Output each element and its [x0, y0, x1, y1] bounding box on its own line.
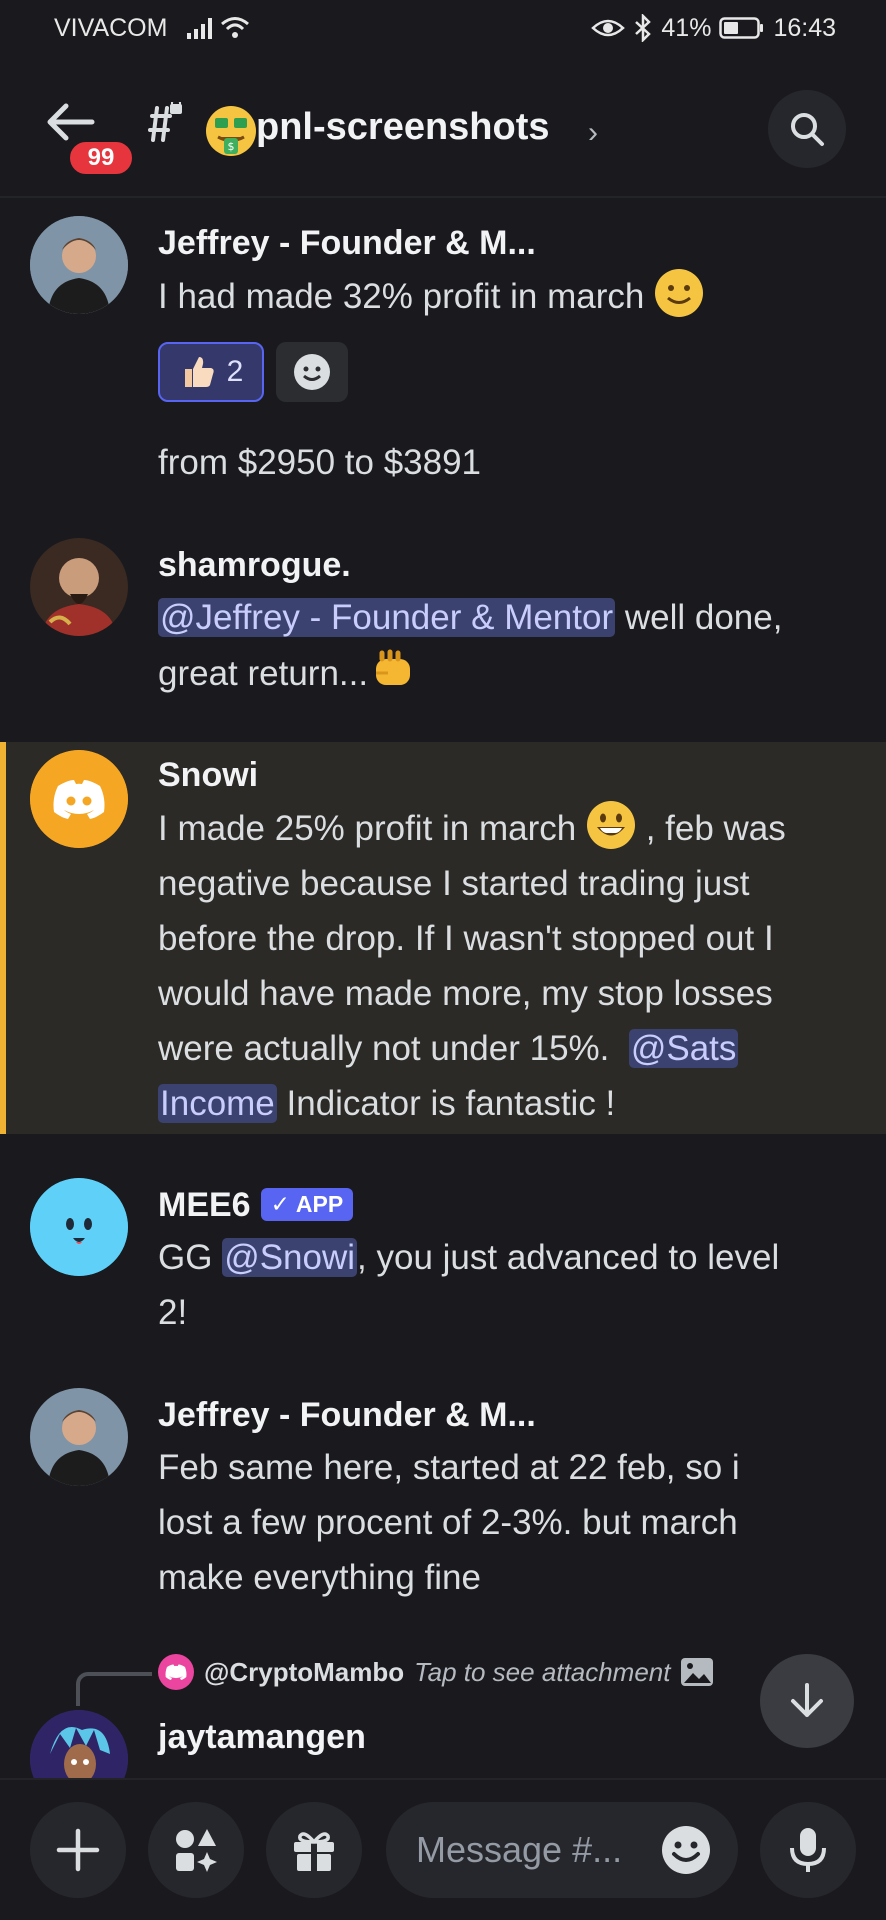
message-text: I had made 32% profit in march: [158, 268, 858, 324]
avatar[interactable]: [30, 1178, 128, 1276]
checkmark-icon: ✓: [270, 1191, 290, 1217]
app-tag: ✓ APP: [260, 1188, 354, 1221]
clock: 16:43: [773, 13, 836, 42]
reaction-count: 2: [226, 355, 244, 388]
discord-logo-icon: [158, 1654, 194, 1690]
message-text-content: negative because I started trading just: [158, 864, 750, 903]
message-text-content: Feb same here, started at 22 feb, so i: [158, 1448, 740, 1487]
message-text: Feb same here, started at 22 feb, so i l…: [158, 1440, 858, 1605]
message-text: @Jeffrey - Founder & Mentor well done, g…: [158, 590, 858, 701]
user-mention[interactable]: Income: [158, 1084, 277, 1123]
wifi-icon: [221, 17, 250, 38]
message-author[interactable]: Jeffrey - Founder & M...: [158, 1396, 536, 1435]
message-text-content: make everything fine: [158, 1558, 481, 1597]
search-button[interactable]: [768, 90, 846, 168]
unread-badge: 99: [66, 138, 136, 178]
image-icon: [681, 1658, 714, 1686]
header-divider: [0, 196, 886, 198]
user-mention[interactable]: @Jeffrey - Founder & Mentor: [158, 598, 616, 637]
message-text-content: I had made 32% profit in march: [158, 277, 645, 316]
fist-bump-icon: [376, 649, 411, 685]
microphone-icon: [790, 1828, 826, 1872]
locked-channel-icon: [148, 102, 182, 142]
grinning-face-icon: [586, 801, 635, 849]
channel-name[interactable]: pnl-screenshots: [256, 106, 550, 149]
add-reaction-icon: [294, 354, 330, 390]
arrow-down-icon: [791, 1683, 823, 1717]
message-text-content: GG: [158, 1238, 223, 1277]
avatar[interactable]: [30, 750, 128, 848]
eye-icon: [591, 19, 626, 37]
signal-icon: [187, 17, 213, 39]
apps-button[interactable]: [148, 1802, 244, 1898]
scroll-to-bottom-button[interactable]: [760, 1654, 854, 1748]
reply-username[interactable]: @CryptoMambo: [204, 1657, 404, 1688]
message-text: I made 25% profit in march , feb was neg…: [158, 800, 858, 1131]
channel-header: 99 $ pnl-screenshots ›: [0, 82, 886, 182]
discord-logo-icon: [30, 750, 128, 848]
add-reaction-button[interactable]: [276, 342, 348, 402]
gift-button[interactable]: [266, 1802, 362, 1898]
message-text-content: , you just advanced to level: [357, 1238, 780, 1277]
message-author[interactable]: MEE6 ✓ APP: [158, 1186, 354, 1225]
status-bar: VIVACOM 41% 16:43: [0, 0, 886, 56]
user-mention[interactable]: @Sats: [628, 1029, 739, 1068]
avatar[interactable]: [30, 538, 128, 636]
message-text-content: were actually not under 15%.: [158, 1029, 629, 1068]
bluetooth-icon: [635, 14, 652, 42]
message-text-content: would have made more, my stop losses: [158, 974, 773, 1013]
message-composer: [0, 1778, 886, 1920]
apps-icon: [176, 1829, 217, 1872]
plus-icon: [56, 1828, 100, 1872]
emoji-picker-icon[interactable]: [660, 1824, 712, 1876]
user-mention[interactable]: @Snowi: [222, 1238, 358, 1277]
reply-reference[interactable]: @CryptoMambo Tap to see attachment: [158, 1654, 714, 1690]
carrier-label: VIVACOM: [54, 13, 168, 42]
battery-icon: [719, 17, 764, 39]
mee6-face-icon: [30, 1178, 128, 1276]
gift-icon: [294, 1832, 334, 1871]
message-author[interactable]: jaytamangen: [158, 1718, 366, 1757]
message-text: from $2950 to $3891: [158, 443, 482, 482]
chevron-right-icon[interactable]: ›: [588, 116, 598, 150]
search-icon: [791, 113, 824, 146]
message-text-content: 2!: [158, 1293, 188, 1332]
add-attachment-button[interactable]: [30, 1802, 126, 1898]
message-text: GG @Snowi, you just advanced to level 2!: [158, 1230, 858, 1340]
voice-message-button[interactable]: [760, 1802, 856, 1898]
message-author[interactable]: Snowi: [158, 756, 258, 795]
message-author-name[interactable]: MEE6: [158, 1186, 251, 1224]
message-author[interactable]: Jeffrey - Founder & M...: [158, 224, 536, 263]
message-text-content: lost a few procent of 2-3%. but march: [158, 1503, 738, 1542]
mention-highlight-bar: [0, 742, 6, 1134]
reaction-thumbs-up[interactable]: 2: [158, 342, 264, 402]
message-author[interactable]: shamrogue.: [158, 546, 351, 585]
message-text-content: well done,: [615, 598, 783, 637]
message-text-content: Indicator is fantastic !: [276, 1084, 616, 1123]
message-text-content: , feb was: [635, 809, 786, 848]
message-text-content: before the drop. If I wasn't stopped out…: [158, 919, 774, 958]
svg-text:$: $: [228, 140, 235, 153]
message-text-content: I made 25% profit in march: [158, 809, 586, 848]
reply-connector: [76, 1672, 152, 1706]
app-tag-label: APP: [295, 1191, 344, 1217]
avatar[interactable]: [30, 1388, 128, 1486]
message-text-content: great return...: [158, 654, 369, 693]
slightly-smiling-face-icon: [655, 269, 704, 317]
battery-percent: 41%: [661, 13, 712, 42]
money-mouth-face-icon: $: [206, 106, 256, 156]
thumbs-up-icon: [184, 357, 214, 387]
reply-preview[interactable]: Tap to see attachment: [414, 1657, 670, 1688]
avatar[interactable]: [30, 216, 128, 314]
